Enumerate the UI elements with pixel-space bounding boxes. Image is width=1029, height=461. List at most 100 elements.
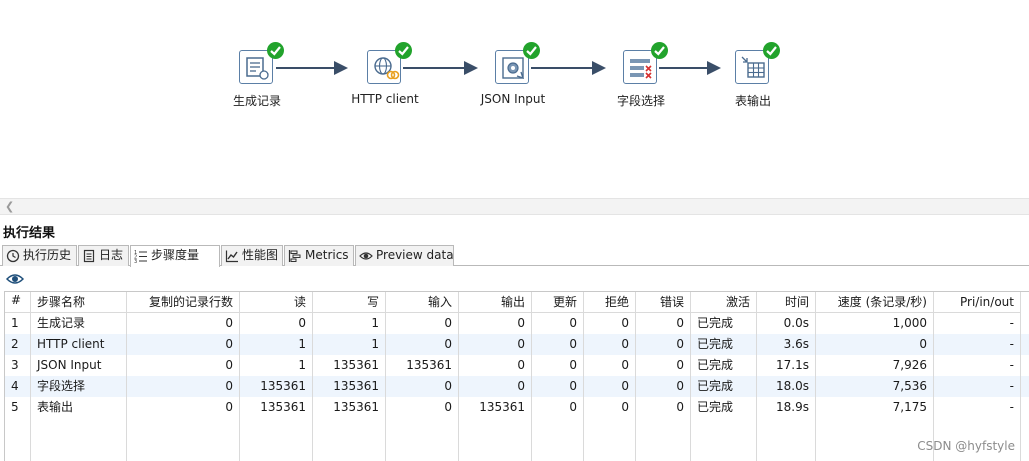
col-index-cell: 2 [5,334,31,355]
step-http-client[interactable]: HTTP client [325,42,445,112]
table-row[interactable]: 3 JSON Input 0 1 135361 135361 0 0 0 0 已完成 17.1s 7,9… [5,355,1029,376]
step-table-output[interactable]: 表输出 [693,42,813,112]
step-metrics-icon: 1 2 3 [134,250,147,263]
col-priority-cell: - [934,376,1021,397]
step-label: HTTP client [351,92,419,106]
col-input-cell: 0 [386,397,459,418]
tab-step-metrics[interactable]: 1 2 3 步骤度量 [130,245,220,267]
col-written-header[interactable]: 写 [313,292,386,313]
col-updated-cell: 0 [532,313,584,334]
table-row[interactable]: 2 HTTP client 0 1 1 0 0 0 0 0 已完成 3.6s 0- [5,334,1029,355]
table-header-row[interactable]: # 步骤名称 复制的记录行数读写输入 输出 更新 拒绝 错误 激活 时间 速度 (条记录/秒) Pr… [5,292,1029,313]
success-check-icon [267,42,284,59]
col-time-header[interactable]: 时间 [757,292,816,313]
col-errors-cell: 0 [636,313,691,334]
col-written-cell: 1 [313,334,386,355]
col-index-cell: 4 [5,376,31,397]
col-step-name-header[interactable]: 步骤名称 [31,292,127,313]
col-updated-cell: 0 [532,397,584,418]
table-row[interactable]: 4 字段选择 0 135361 135361 0 0 0 0 0 已完成 18.0s 7,536- [5,376,1029,397]
col-active-cell: 已完成 [691,355,757,376]
svg-text:3: 3 [134,259,137,263]
col-updated-header[interactable]: 更新 [532,292,584,313]
log-icon [83,249,95,263]
panel-title: 执行结果 [3,226,56,241]
col-active-cell: 已完成 [691,334,757,355]
step-metrics-table[interactable]: # 步骤名称 复制的记录行数读写输入 输出 更新 拒绝 错误 激活 时间 速度 (条记录/秒) Pr… [4,291,1029,461]
metrics-toolbar [0,267,1029,291]
col-input-header[interactable]: 输入 [386,292,459,313]
watermark: CSDN @hyfstyle [917,439,1015,453]
tab-log[interactable]: 日志 [78,245,129,266]
tab-preview-data[interactable]: Preview data [355,245,454,266]
col-rejected-cell: 0 [584,334,636,355]
step-label: JSON Input [480,92,546,106]
tab-label: 步骤度量 [151,248,200,262]
tab-performance-chart[interactable]: 性能图 [221,245,283,266]
col-output-cell: 0 [459,313,532,334]
col-rejected-header[interactable]: 拒绝 [584,292,636,313]
col-updated-cell: 0 [532,334,584,355]
col-speed-cell: 0 [816,334,934,355]
metrics-icon [288,250,301,262]
col-time-cell: 18.0s [757,376,816,397]
tab-label: 日志 [99,248,124,262]
col-copied-rows-header[interactable]: 复制的记录行数 [127,292,240,313]
col-priority-cell: - [934,355,1021,376]
success-check-icon [395,42,412,59]
step-label: 表输出 [734,94,771,108]
col-priority-header[interactable]: Pri/in/out [934,292,1021,313]
col-copied-rows-cell: 0 [127,334,240,355]
col-rejected-cell: 0 [584,397,636,418]
col-errors-cell: 0 [636,334,691,355]
col-written-cell: 135361 [313,355,386,376]
result-tabs: 执行历史 日志 1 2 3 步骤度量 性能图 Metrics Preview d… [0,245,1029,267]
tab-label: Preview data [376,248,454,262]
col-updated-cell: 0 [532,355,584,376]
eye-icon[interactable] [6,272,24,286]
col-copied-rows-cell: 0 [127,376,240,397]
col-output-cell: 135361 [459,397,532,418]
col-time-cell: 0.0s [757,313,816,334]
step-json-input[interactable]: JSON Input [453,42,573,112]
table-row[interactable]: 5 表输出 0 135361 135361 0 135361 0 0 0 已完成 18.9s 7,175… [5,397,1029,418]
col-output-cell: 0 [459,355,532,376]
col-step-name-cell: 生成记录 [31,313,127,334]
step-select-values[interactable]: 字段选择 [581,42,701,112]
col-errors-header[interactable]: 错误 [636,292,691,313]
tab-execution-history[interactable]: 执行历史 [2,245,77,266]
col-written-cell: 135361 [313,397,386,418]
scroll-left-icon[interactable]: ❮ [5,200,14,213]
col-step-name-cell: JSON Input [31,355,127,376]
col-copied-rows-cell: 0 [127,397,240,418]
col-index-header[interactable]: # [5,292,31,313]
tab-metrics[interactable]: Metrics [284,245,354,266]
history-icon [6,249,20,263]
col-rejected-cell: 0 [584,376,636,397]
success-check-icon [763,42,780,59]
col-step-name-cell: 表输出 [31,397,127,418]
col-speed-cell: 7,536 [816,376,934,397]
col-step-name-cell: HTTP client [31,334,127,355]
col-active-cell: 已完成 [691,397,757,418]
col-priority-cell: - [934,397,1021,418]
col-copied-rows-cell: 0 [127,355,240,376]
col-active-header[interactable]: 激活 [691,292,757,313]
horizontal-scrollbar[interactable]: ❮ [0,198,1029,215]
tab-label: 性能图 [242,248,279,262]
col-time-cell: 18.9s [757,397,816,418]
col-output-cell: 0 [459,334,532,355]
col-priority-cell: - [934,313,1021,334]
col-rejected-cell: 0 [584,313,636,334]
col-input-cell: 0 [386,313,459,334]
success-check-icon [651,42,668,59]
transformation-canvas[interactable]: 生成记录 HTTP client JSON Input 字段选择 表输出 [0,0,1029,198]
col-output-header[interactable]: 输出 [459,292,532,313]
col-time-cell: 17.1s [757,355,816,376]
step-generate-rows[interactable]: 生成记录 [197,42,317,112]
table-row[interactable]: 1 生成记录 0 0 1 0 0 0 0 0 已完成 0.0s 1,000- [5,313,1029,334]
col-read-header[interactable]: 读 [240,292,313,313]
col-step-name-cell: 字段选择 [31,376,127,397]
col-speed-header[interactable]: 速度 (条记录/秒) [816,292,934,313]
col-read-cell: 1 [240,334,313,355]
